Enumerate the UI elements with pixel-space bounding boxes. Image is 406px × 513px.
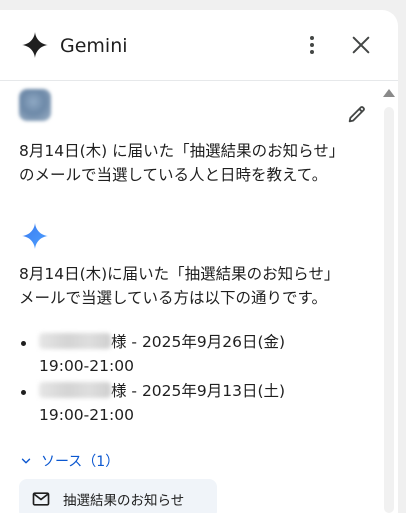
redacted-name	[39, 333, 111, 349]
mail-icon	[32, 492, 50, 506]
panel-title: Gemini	[60, 35, 128, 57]
gemini-panel: Gemini 8月14日(木) に届いた「抽選結果のお知らせ」 のメールで当選し…	[0, 10, 398, 513]
gemini-sparkle-icon	[22, 32, 48, 58]
source-chip[interactable]: 抽選結果のお知らせ	[19, 479, 217, 513]
pencil-icon[interactable]	[346, 103, 368, 125]
scroll-up-arrow-icon[interactable]	[383, 89, 395, 97]
sources-toggle[interactable]: ソース（1）	[19, 450, 119, 472]
scroll-track[interactable]	[384, 107, 394, 513]
response-intro: 8月14日(木)に届いた「抽選結果のお知らせ」 メールで当選している方は以下の通…	[19, 265, 340, 307]
panel-header: Gemini	[0, 10, 398, 81]
more-options-button[interactable]	[300, 30, 324, 60]
chevron-down-icon	[21, 458, 31, 464]
more-vert-icon	[310, 36, 314, 40]
gemini-response-icon	[22, 223, 48, 249]
redacted-name	[39, 382, 111, 398]
bullet	[21, 341, 26, 346]
conversation: 8月14日(木) に届いた「抽選結果のお知らせ」 のメールで当選している人と日時…	[0, 81, 380, 513]
bullet	[21, 390, 26, 395]
close-icon[interactable]	[350, 34, 372, 56]
scrollbar[interactable]	[380, 81, 398, 513]
user-avatar	[19, 89, 51, 121]
user-prompt: 8月14日(木) に届いた「抽選結果のお知らせ」 のメールで当選している人と日時…	[19, 142, 345, 184]
